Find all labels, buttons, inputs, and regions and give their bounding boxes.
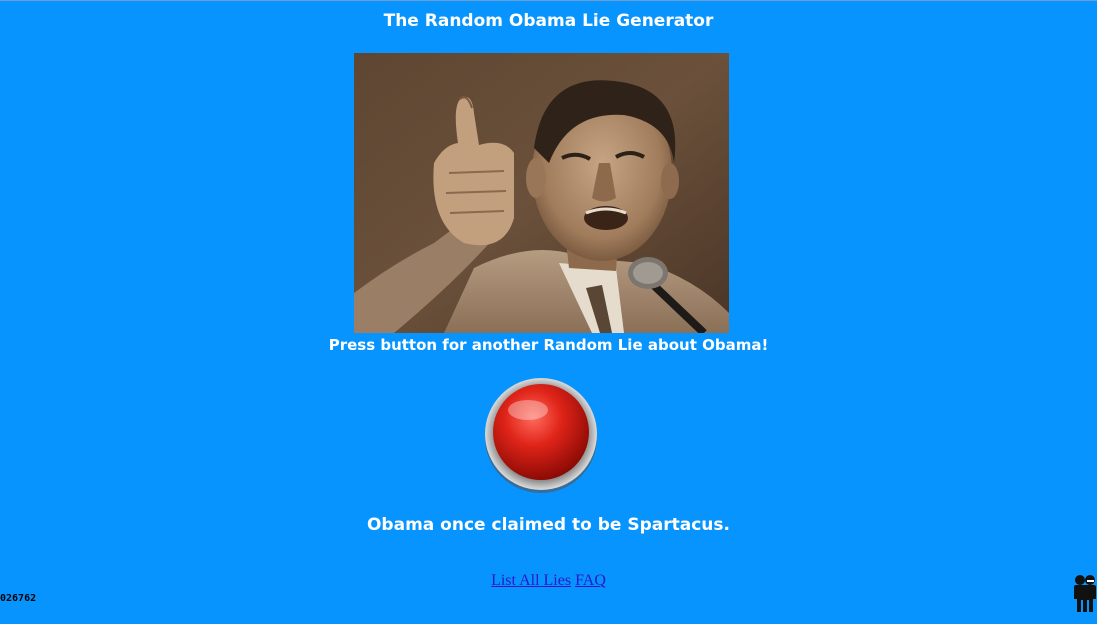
top-border (0, 0, 1097, 1)
footer-links: List All Lies FAQ (0, 572, 1097, 590)
obama-photo (354, 53, 729, 333)
faq-link[interactable]: FAQ (575, 572, 606, 589)
random-lie-button[interactable] (484, 374, 598, 494)
prompt-text: Press button for another Random Lie abou… (328, 336, 769, 354)
red-button-icon (485, 378, 597, 493)
page-title: The Random Obama Lie Generator (383, 11, 714, 31)
list-all-lies-link[interactable]: List All Lies (491, 572, 571, 589)
lie-text: Obama once claimed to be Spartacus. (366, 515, 730, 535)
people-icon[interactable] (1073, 574, 1097, 614)
visit-counter: 026762 (0, 593, 37, 604)
